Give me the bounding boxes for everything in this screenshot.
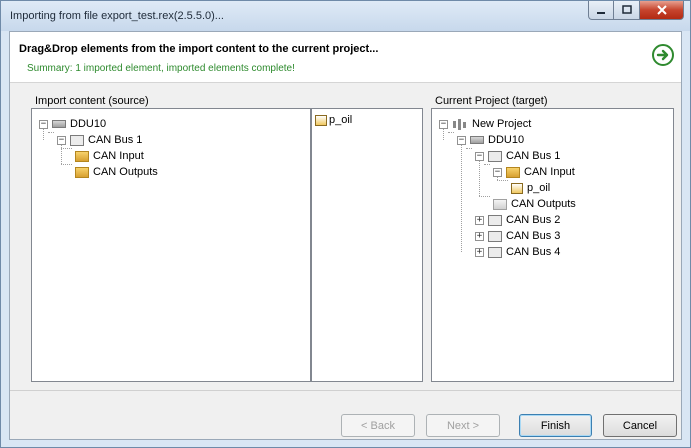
back-button[interactable]: < Back bbox=[341, 414, 415, 437]
tree-node-can-bus-4[interactable]: CAN Bus 4 bbox=[488, 244, 560, 260]
expand-toggle-new-project[interactable]: − bbox=[439, 120, 448, 129]
expand-toggle-can-input[interactable]: − bbox=[493, 168, 502, 177]
close-icon bbox=[656, 5, 667, 15]
can-bus-icon bbox=[488, 230, 502, 242]
tree-node-label: CAN Outputs bbox=[93, 166, 158, 178]
expand-toggle-can-bus-1[interactable]: − bbox=[475, 152, 484, 161]
device-icon bbox=[52, 120, 66, 128]
minimize-icon bbox=[597, 12, 605, 14]
next-arrow-icon[interactable] bbox=[652, 44, 674, 66]
tree-node-can-bus-3[interactable]: CAN Bus 3 bbox=[488, 228, 560, 244]
project-icon bbox=[453, 118, 466, 130]
tree-node-label: DDU10 bbox=[70, 118, 107, 130]
tree-node-label: CAN Input bbox=[524, 166, 575, 178]
tree-node-can-bus-1[interactable]: CAN Bus 1 bbox=[488, 148, 560, 164]
signal-icon bbox=[511, 182, 523, 194]
can-bus-icon bbox=[488, 150, 502, 162]
summary-text: Summary: 1 imported element, imported el… bbox=[27, 63, 295, 74]
expand-toggle-can-bus-1[interactable]: − bbox=[57, 136, 66, 145]
folder-icon bbox=[75, 166, 89, 178]
folder-icon bbox=[75, 150, 89, 162]
tree-node-can-input[interactable]: CAN Input bbox=[75, 148, 144, 164]
header-title: Drag&Drop elements from the import conte… bbox=[19, 43, 379, 55]
next-button[interactable]: Next > bbox=[426, 414, 500, 437]
import-items-list[interactable]: p_oil bbox=[311, 108, 423, 382]
expand-toggle-can-bus-2[interactable]: + bbox=[475, 216, 484, 225]
tree-node-label: CAN Bus 3 bbox=[506, 230, 561, 242]
source-tree-panel[interactable]: − DDU10 − CAN Bus 1 CAN Input CAN Output… bbox=[31, 108, 311, 382]
can-bus-icon bbox=[488, 214, 502, 226]
tree-node-can-input[interactable]: CAN Input bbox=[506, 164, 575, 180]
tree-node-label: CAN Bus 1 bbox=[506, 150, 561, 162]
title-bar[interactable]: Importing from file export_test.rex(2.5.… bbox=[1, 1, 690, 31]
wizard-header: Drag&Drop elements from the import conte… bbox=[10, 32, 681, 83]
tree-node-can-bus-1[interactable]: CAN Bus 1 bbox=[70, 132, 142, 148]
tree-node-p-oil[interactable]: p_oil bbox=[511, 180, 550, 196]
tree-node-ddu10[interactable]: DDU10 bbox=[52, 116, 106, 132]
tree-node-new-project[interactable]: New Project bbox=[452, 116, 531, 132]
tree-node-can-outputs[interactable]: CAN Outputs bbox=[75, 164, 158, 180]
tree-node-label: p_oil bbox=[527, 182, 551, 194]
tree-node-ddu10[interactable]: DDU10 bbox=[470, 132, 524, 148]
expand-toggle-can-bus-3[interactable]: + bbox=[475, 232, 484, 241]
cancel-button[interactable]: Cancel bbox=[603, 414, 677, 437]
device-icon bbox=[470, 136, 484, 144]
signal-icon bbox=[315, 114, 327, 126]
tree-node-label: CAN Bus 4 bbox=[506, 246, 561, 258]
window-title: Importing from file export_test.rex(2.5.… bbox=[10, 10, 224, 22]
folder-icon bbox=[506, 166, 520, 178]
close-button[interactable] bbox=[640, 1, 684, 20]
tree-node-label: DDU10 bbox=[488, 134, 525, 146]
tree-node-label: CAN Bus 1 bbox=[88, 134, 143, 146]
dialog-client-area: Drag&Drop elements from the import conte… bbox=[9, 31, 682, 440]
can-bus-icon bbox=[70, 134, 84, 146]
source-panel-label: Import content (source) bbox=[35, 95, 149, 107]
tree-node-label: CAN Outputs bbox=[511, 198, 576, 210]
finish-button[interactable]: Finish bbox=[519, 414, 592, 437]
target-panel-label: Current Project (target) bbox=[435, 95, 548, 107]
can-bus-icon bbox=[488, 246, 502, 258]
tree-node-can-outputs[interactable]: CAN Outputs bbox=[493, 196, 576, 212]
list-item-label: p_oil bbox=[329, 114, 353, 126]
maximize-button[interactable] bbox=[614, 1, 640, 20]
tree-node-label: New Project bbox=[472, 118, 532, 130]
folder-gray-icon bbox=[493, 198, 507, 210]
import-dialog-window: Importing from file export_test.rex(2.5.… bbox=[0, 0, 691, 448]
tree-node-can-bus-2[interactable]: CAN Bus 2 bbox=[488, 212, 560, 228]
expand-toggle-can-bus-4[interactable]: + bbox=[475, 248, 484, 257]
target-tree-panel[interactable]: − New Project − DDU10 − CAN Bus 1 − CAN … bbox=[431, 108, 674, 382]
tree-node-label: CAN Bus 2 bbox=[506, 214, 561, 226]
expand-toggle-ddu10[interactable]: − bbox=[39, 120, 48, 129]
list-item-p-oil[interactable]: p_oil bbox=[315, 112, 352, 128]
tree-node-label: CAN Input bbox=[93, 150, 144, 162]
footer-divider bbox=[10, 390, 681, 391]
expand-toggle-ddu10[interactable]: − bbox=[457, 136, 466, 145]
minimize-button[interactable] bbox=[588, 1, 614, 20]
maximize-icon bbox=[621, 5, 632, 14]
caption-buttons bbox=[588, 1, 684, 21]
